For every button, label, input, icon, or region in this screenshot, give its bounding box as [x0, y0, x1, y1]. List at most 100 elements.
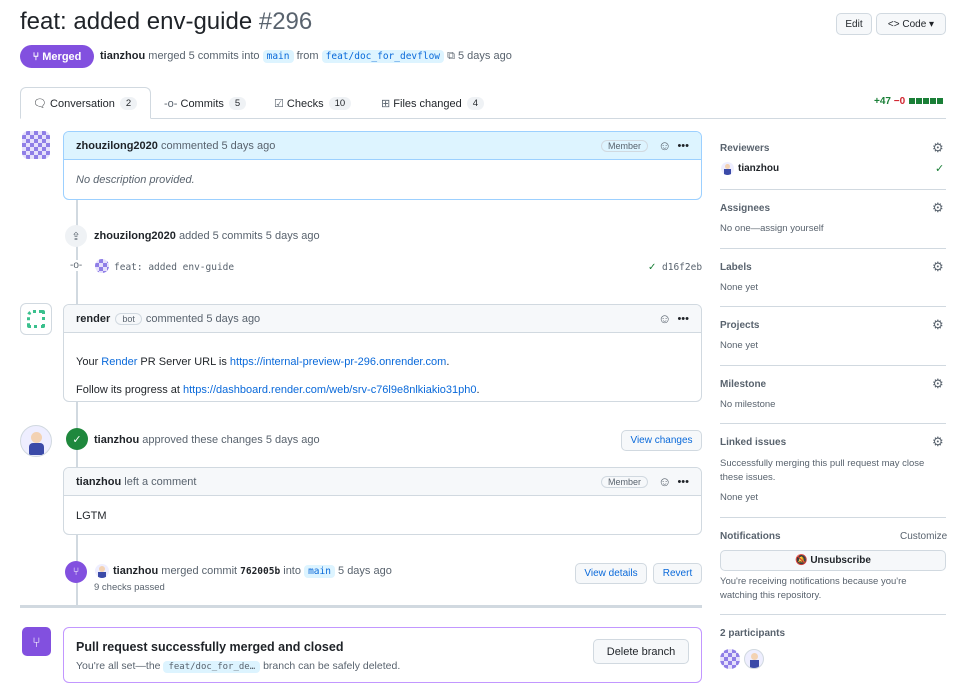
tab-count: 5: [228, 97, 247, 110]
participant-avatar-zhouzilong2020[interactable]: [720, 649, 740, 669]
emoji-icon[interactable]: ☺: [658, 311, 671, 326]
unsubscribe-label: Unsubscribe: [810, 555, 871, 566]
view-changes-button[interactable]: View changes: [621, 430, 702, 451]
timeline-end-divider: [20, 605, 702, 608]
comment-author[interactable]: render: [76, 313, 110, 325]
merge-author[interactable]: tianzhou: [113, 565, 158, 577]
gear-icon[interactable]: ⚙: [932, 434, 944, 450]
commit-sha-link[interactable]: d16f2eb: [662, 262, 702, 273]
base-branch[interactable]: main: [304, 565, 335, 578]
diffstat-block: [929, 98, 936, 104]
gear-icon[interactable]: ⚙: [932, 200, 944, 216]
push-author[interactable]: zhouzilong2020: [94, 230, 176, 242]
assignees-heading[interactable]: Assignees: [720, 203, 770, 214]
comment-body: Your Render PR Server URL is https://int…: [64, 333, 701, 401]
comment-time: commented 5 days ago: [160, 139, 276, 152]
divider: [720, 614, 946, 615]
linked-issues-desc: Successfully merging this pull request m…: [720, 458, 925, 483]
notifications-desc: You're receiving notifications because y…: [720, 576, 907, 601]
edit-button[interactable]: Edit: [836, 13, 872, 35]
comment-author[interactable]: zhouzilong2020: [76, 140, 158, 152]
divider: [720, 248, 946, 249]
text: You're all set—the: [76, 660, 161, 672]
revert-button[interactable]: Revert: [653, 563, 702, 584]
tab-files-changed[interactable]: ⊞ Files changed 4: [381, 88, 485, 119]
commit-icon: -o-: [164, 97, 181, 110]
approved-check-icon: ✓: [935, 163, 945, 175]
merge-icon: ⑂: [32, 50, 43, 63]
text: .: [446, 356, 450, 368]
comment-header: tianzhou left a comment Member ☺ •••: [64, 468, 701, 496]
copy-icon[interactable]: ⧉: [447, 50, 455, 62]
tab-commits[interactable]: -o- Commits 5: [164, 88, 247, 119]
merged-icon: ⑂: [22, 627, 51, 656]
gear-icon[interactable]: ⚙: [932, 259, 944, 275]
head-branch[interactable]: feat/doc_for_devflow: [321, 50, 445, 63]
repo-push-icon: ⇪: [65, 225, 87, 247]
notifications-heading: Notifications: [720, 531, 781, 542]
merge-sha-link[interactable]: 762005b: [240, 566, 280, 577]
reviewers-heading[interactable]: Reviewers: [720, 143, 769, 154]
delete-branch-button[interactable]: Delete branch: [593, 639, 689, 664]
participant-avatar-tianzhou[interactable]: [744, 649, 764, 669]
merge-time: 5 days ago: [338, 565, 392, 577]
comment-lgtm: tianzhou left a comment Member ☺ ••• LGTM: [63, 467, 702, 535]
more-icon[interactable]: •••: [677, 140, 689, 152]
more-icon[interactable]: •••: [677, 313, 689, 325]
comment-author[interactable]: tianzhou: [76, 476, 121, 488]
customize-link[interactable]: Customize: [900, 531, 947, 542]
avatar-tianzhou[interactable]: [20, 425, 52, 457]
from-text: from: [296, 50, 319, 62]
author-link[interactable]: tianzhou: [100, 50, 145, 62]
dashboard-url-link[interactable]: https://dashboard.render.com/web/srv-c76…: [183, 384, 477, 396]
base-branch[interactable]: main: [262, 50, 294, 63]
push-text: added 5 commits 5 days ago: [178, 230, 320, 242]
labels-value: None yet: [720, 282, 759, 293]
commit-message-link[interactable]: feat: added env-guide: [114, 262, 234, 273]
code-icon: <>: [887, 18, 903, 30]
member-badge: Member: [601, 139, 649, 152]
tab-checks[interactable]: ☑ Checks 10: [274, 88, 352, 119]
more-icon[interactable]: •••: [677, 476, 689, 488]
code-button[interactable]: <> Code ▾: [876, 13, 946, 35]
comment-header: zhouzilong2020 commented 5 days ago Membe…: [64, 132, 701, 160]
tab-count: 10: [328, 97, 352, 110]
commit-author-avatar[interactable]: [95, 259, 109, 273]
text: .: [476, 384, 480, 396]
milestone-value: No milestone: [720, 399, 776, 410]
gear-icon[interactable]: ⚙: [932, 376, 944, 392]
gear-icon[interactable]: ⚙: [932, 317, 944, 333]
tab-conversation[interactable]: 🗨 Conversation 2: [33, 88, 138, 119]
unsubscribe-button[interactable]: 🔕 Unsubscribe: [720, 550, 946, 571]
tab-count: 2: [119, 97, 138, 110]
comment-render: render bot commented 5 days ago ☺ ••• Your…: [63, 304, 702, 402]
additions: +47: [874, 96, 891, 107]
emoji-icon[interactable]: ☺: [658, 474, 671, 489]
merge-status-desc: You're all set—the feat/doc_for_de… bran…: [76, 660, 400, 673]
view-details-button[interactable]: View details: [575, 563, 647, 584]
review-author[interactable]: tianzhou: [94, 434, 139, 446]
projects-heading[interactable]: Projects: [720, 320, 759, 331]
divider: [720, 517, 946, 518]
checklist-icon: ☑: [274, 98, 287, 110]
diffstat: +47 −0: [874, 96, 943, 107]
reviewer-name[interactable]: tianzhou: [738, 163, 779, 174]
divider: [720, 423, 946, 424]
head-branch[interactable]: feat/doc_for_de…: [163, 661, 261, 673]
avatar-zhouzilong2020[interactable]: [22, 131, 50, 159]
emoji-icon[interactable]: ☺: [658, 138, 671, 153]
labels-heading[interactable]: Labels: [720, 262, 752, 273]
linked-issues-heading[interactable]: Linked issues: [720, 437, 786, 448]
divider: [720, 365, 946, 366]
linked-issues-value: None yet: [720, 492, 759, 503]
tab-label: Conversation: [50, 97, 115, 110]
gear-icon[interactable]: ⚙: [932, 140, 944, 156]
milestone-heading[interactable]: Milestone: [720, 379, 766, 390]
avatar-render-bot[interactable]: [20, 303, 52, 335]
render-link[interactable]: Render: [101, 356, 137, 368]
divider: [720, 189, 946, 190]
merger-avatar[interactable]: [95, 564, 109, 578]
assignees-value[interactable]: No one—assign yourself: [720, 223, 824, 234]
diffstat-block: [915, 98, 922, 104]
preview-url-link[interactable]: https://internal-preview-pr-296.onrender…: [230, 356, 446, 368]
